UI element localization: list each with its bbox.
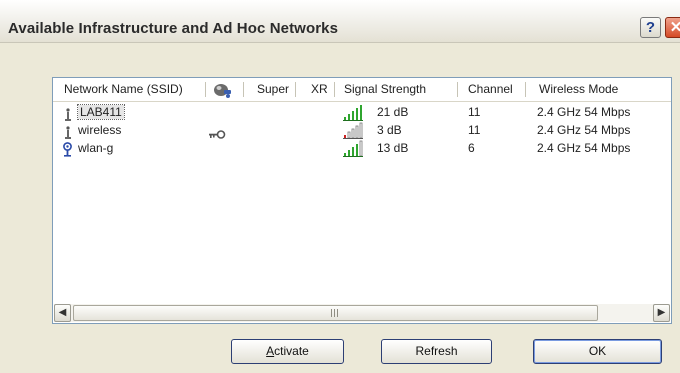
- signal-bars-icon: [343, 122, 363, 139]
- column-header-signal[interactable]: Signal Strength: [344, 78, 426, 101]
- infrastructure-antenna-icon: [65, 108, 71, 121]
- wireless-mode-value: 2.4 GHz 54 Mbps: [537, 141, 631, 155]
- wireless-mode-value: 2.4 GHz 54 Mbps: [537, 105, 631, 119]
- channel-value: 6: [468, 141, 475, 155]
- refresh-button[interactable]: Refresh: [381, 339, 492, 364]
- channel-value: 11: [468, 123, 481, 137]
- network-list[interactable]: Network Name (SSID) Super XR Signal Stre…: [52, 77, 672, 324]
- security-column-icon: [214, 84, 231, 98]
- column-separator[interactable]: [525, 82, 526, 97]
- scroll-right-button[interactable]: ▶: [653, 304, 670, 322]
- activate-mnemonic: A: [266, 344, 275, 358]
- list-item[interactable]: wlan-g 13 dB 6 2.4 GHz 54 Mbps: [53, 140, 671, 157]
- column-header-mode[interactable]: Wireless Mode: [539, 78, 618, 101]
- list-item[interactable]: LAB411 21 dB 11 2.4 GHz 54 Mbps: [53, 104, 671, 121]
- scrollbar-thumb[interactable]: [73, 305, 598, 321]
- network-ssid: wireless: [78, 123, 122, 137]
- help-button[interactable]: ?: [640, 17, 661, 38]
- column-header-channel[interactable]: Channel: [468, 78, 513, 101]
- column-separator[interactable]: [295, 82, 296, 97]
- column-separator[interactable]: [243, 82, 244, 97]
- activate-button[interactable]: Activate: [231, 339, 344, 364]
- list-item[interactable]: wireless 3 dB 11 2.4 GHz 54 Mbps: [53, 122, 671, 139]
- horizontal-scrollbar[interactable]: ◀ ▶: [54, 304, 670, 322]
- network-ssid: LAB411: [77, 104, 125, 120]
- adhoc-icon: [63, 142, 72, 157]
- signal-value: 3 dB: [377, 123, 402, 137]
- column-header-xr[interactable]: XR: [311, 78, 328, 101]
- title-bar[interactable]: Available Infrastructure and Ad Hoc Netw…: [0, 0, 680, 43]
- channel-value: 11: [468, 105, 481, 119]
- column-header-security[interactable]: [212, 78, 238, 101]
- signal-value: 21 dB: [377, 105, 409, 119]
- activate-label: ctivate: [274, 344, 309, 358]
- signal-bars-icon: [343, 105, 363, 121]
- infrastructure-antenna-icon: [65, 126, 71, 139]
- signal-bars-icon: [343, 140, 363, 157]
- dialog-title: Available Infrastructure and Ad Hoc Netw…: [8, 20, 339, 37]
- wireless-mode-value: 2.4 GHz 54 Mbps: [537, 123, 631, 137]
- close-button[interactable]: ✕: [665, 17, 680, 38]
- signal-value: 13 dB: [377, 141, 409, 155]
- ok-button[interactable]: OK: [533, 339, 662, 364]
- column-header-ssid[interactable]: Network Name (SSID): [64, 78, 183, 101]
- column-separator[interactable]: [205, 82, 206, 97]
- list-header: Network Name (SSID) Super XR Signal Stre…: [53, 78, 671, 102]
- available-networks-dialog: Available Infrastructure and Ad Hoc Netw…: [0, 0, 680, 373]
- column-separator[interactable]: [457, 82, 458, 97]
- column-header-super[interactable]: Super: [257, 78, 289, 101]
- network-ssid: wlan-g: [78, 141, 114, 155]
- column-separator[interactable]: [334, 82, 335, 97]
- scroll-left-button[interactable]: ◀: [54, 304, 71, 322]
- grip-icon: [329, 309, 341, 317]
